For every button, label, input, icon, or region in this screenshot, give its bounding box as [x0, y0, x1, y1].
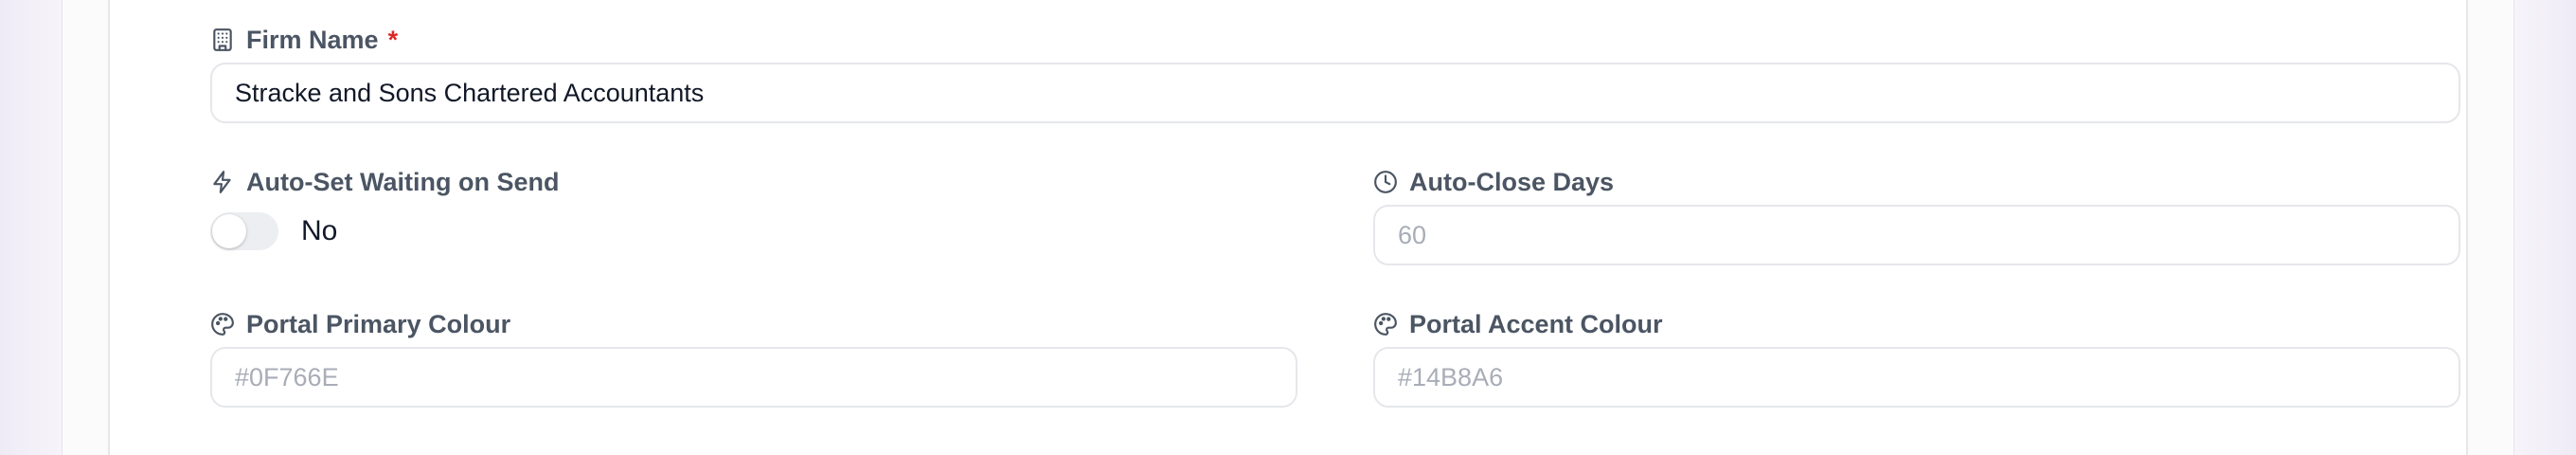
firm-name-input[interactable]: [210, 63, 2460, 123]
palette-icon: [211, 313, 234, 336]
auto-set-waiting-toggle-text: No: [301, 215, 338, 246]
auto-set-waiting-field: Auto-Set Waiting on Send No: [210, 165, 1297, 269]
auto-close-days-field: Auto-Close Days: [1373, 165, 2460, 269]
auto-set-waiting-label: Auto-Set Waiting on Send: [210, 165, 1297, 199]
toggle-knob: [212, 214, 246, 248]
portal-accent-colour-input[interactable]: [1373, 347, 2460, 408]
auto-close-days-label: Auto-Close Days: [1373, 165, 2460, 199]
left-backdrop: [0, 0, 63, 455]
auto-set-waiting-toggle-row: No: [210, 212, 337, 250]
firm-name-label: Firm Name *: [210, 23, 2460, 57]
portal-primary-colour-label-text: Portal Primary Colour: [246, 309, 511, 338]
portal-primary-colour-label: Portal Primary Colour: [210, 307, 1297, 341]
palette-icon: [1374, 313, 1397, 336]
portal-primary-colour-field: Portal Primary Colour: [210, 307, 1297, 411]
clock-icon: [1374, 171, 1397, 193]
right-backdrop: [2513, 0, 2576, 455]
auto-set-waiting-label-text: Auto-Set Waiting on Send: [246, 167, 560, 196]
lightning-icon: [213, 171, 231, 193]
portal-accent-colour-field: Portal Accent Colour: [1373, 307, 2460, 411]
portal-primary-colour-input[interactable]: [210, 347, 1297, 408]
building-icon: [213, 28, 232, 51]
auto-close-days-input[interactable]: [1373, 205, 2460, 265]
portal-accent-colour-label-text: Portal Accent Colour: [1409, 309, 1663, 338]
settings-form-card: Firm Name * Auto-Set Waiting on Send No: [108, 0, 2468, 455]
auto-close-days-label-text: Auto-Close Days: [1409, 167, 1615, 196]
auto-set-waiting-toggle[interactable]: [210, 212, 278, 250]
required-asterisk: *: [387, 25, 399, 54]
portal-accent-colour-label: Portal Accent Colour: [1373, 307, 2460, 341]
page-container: Firm Name * Auto-Set Waiting on Send No: [63, 0, 2513, 455]
firm-name-label-text: Firm Name: [246, 25, 379, 54]
firm-name-field: Firm Name *: [210, 23, 2460, 127]
